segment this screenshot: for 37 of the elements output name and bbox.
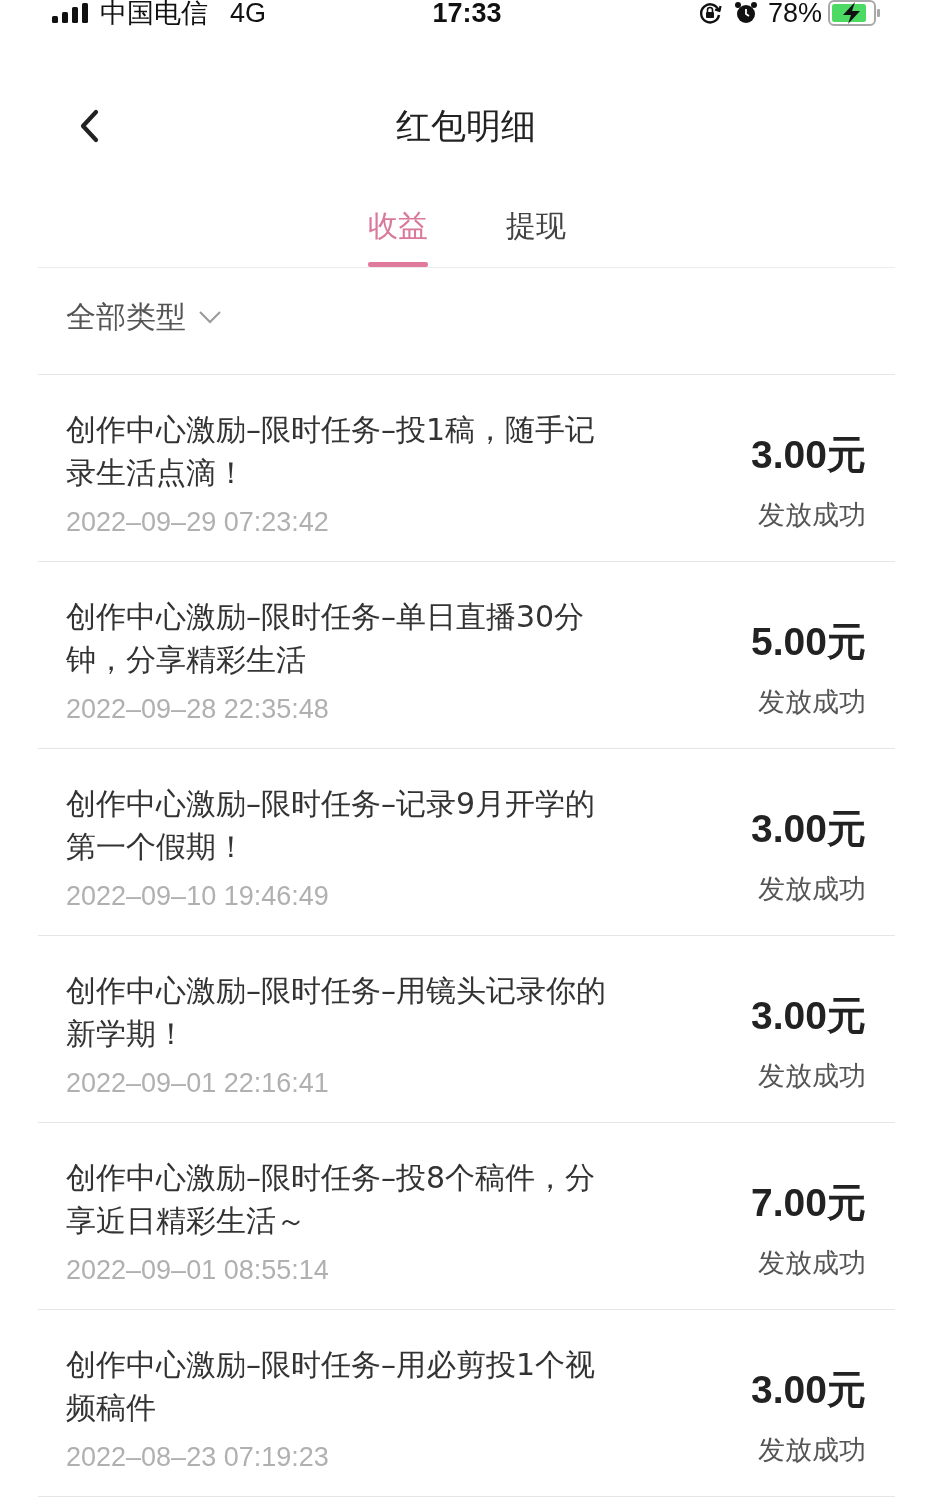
carrier-name: 中国电信 [100,0,208,26]
type-filter-dropdown[interactable]: 全部类型 [66,297,222,337]
record-status: 发放成功 [758,1434,866,1467]
record-status: 发放成功 [758,686,866,719]
alarm-clock-icon [733,1,758,25]
record-status: 发放成功 [758,499,866,532]
record-amount: 3.00元 [751,1367,866,1413]
record-title: 创作中心激励–限时任务–用必剪投1个视频稿件 [66,1346,597,1427]
record-status: 发放成功 [758,873,866,906]
chevron-down-icon [198,310,222,324]
tab[interactable]: 提现 [503,176,568,267]
record-amount: 3.00元 [751,432,866,478]
record-time: 2022–08–23 07:19:23 [66,1441,329,1474]
record-time: 2022–09–28 22:35:48 [66,693,329,726]
battery-percent: 78% [767,0,822,26]
battery-charging-icon [828,0,882,26]
record-amount: 5.00元 [751,619,866,665]
record-title: 创作中心激励–限时任务–投1稿，随手记录生活点滴！ [66,411,597,492]
record-status: 发放成功 [758,1060,866,1093]
record-title: 创作中心激励–限时任务–用镜头记录你的新学期！ [66,972,607,1053]
status-time: 17:33 [432,0,502,26]
record-amount: 3.00元 [751,993,866,1039]
record-amount: 3.00元 [751,806,866,852]
record-time: 2022–09–29 07:23:42 [66,506,329,539]
record-time: 2022–09–10 19:46:49 [66,880,329,913]
record-time: 2022–09–01 22:16:41 [66,1067,329,1100]
signal-icon [52,3,90,23]
record-amount: 7.00元 [751,1180,866,1226]
network-type: 4G [230,0,267,26]
record-title: 创作中心激励–限时任务–投8个稿件，分享近日精彩生活～ [66,1159,597,1240]
record-title: 创作中心激励–限时任务–单日直播30分钟，分享精彩生活 [66,598,586,679]
back-icon[interactable] [78,109,100,143]
page-title: 红包明细 [396,105,536,147]
rotation-lock-icon [697,1,722,25]
record-status: 发放成功 [758,1247,866,1280]
record-time: 2022–09–01 08:55:14 [66,1254,329,1287]
record-title: 创作中心激励–限时任务–记录9月开学的第一个假期！ [66,785,597,866]
